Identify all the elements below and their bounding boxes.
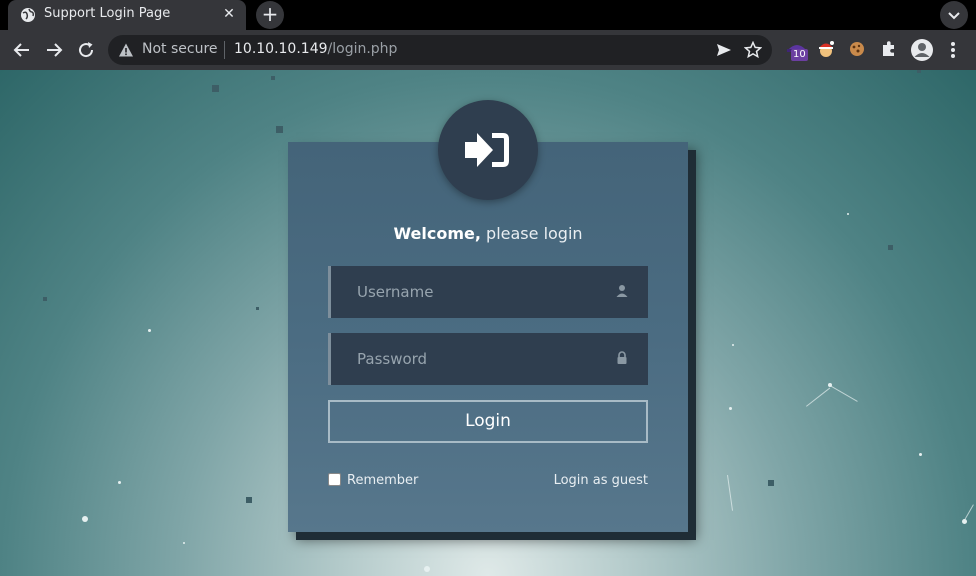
new-tab-button[interactable]: + <box>256 1 284 29</box>
remember-option[interactable]: Remember <box>328 473 418 488</box>
sparkle <box>183 542 185 544</box>
chevron-down-icon <box>948 12 960 20</box>
sparkle <box>919 453 922 456</box>
forward-arrow-icon[interactable] <box>42 38 66 62</box>
constellation-line <box>727 475 734 511</box>
sign-in-icon <box>465 133 509 167</box>
browser-window: Support Login Page ✕ + Not secure 10.10.… <box>0 0 976 576</box>
url-host: 10.10.10.149 <box>234 41 328 57</box>
bookmark-star-icon[interactable] <box>744 41 762 59</box>
constellation-line <box>964 504 974 521</box>
security-status[interactable]: Not secure <box>142 41 218 57</box>
tab-title: Support Login Page <box>44 6 171 21</box>
browser-toolbar: Not secure 10.10.10.149/login.php 10 <box>0 30 976 71</box>
page-background: Welcome, please login Login Remember Log… <box>0 70 976 576</box>
username-input[interactable] <box>331 266 639 318</box>
username-field <box>328 266 648 318</box>
globe-icon <box>21 8 35 22</box>
profile-avatar-icon[interactable] <box>910 38 934 62</box>
extension-hat[interactable]: 10 <box>784 38 812 64</box>
url-text[interactable]: 10.10.10.149/login.php <box>234 41 397 57</box>
back-arrow-icon[interactable] <box>10 38 34 62</box>
sparkle <box>148 329 151 332</box>
close-tab-icon[interactable]: ✕ <box>220 5 238 23</box>
particle <box>246 497 252 503</box>
user-icon <box>616 285 628 297</box>
address-bar[interactable]: Not secure 10.10.10.149/login.php <box>108 35 772 65</box>
constellation-line <box>806 387 831 407</box>
browser-tab[interactable]: Support Login Page ✕ <box>8 0 246 30</box>
sparkle <box>82 516 88 522</box>
warning-icon <box>119 43 133 57</box>
constellation-line <box>829 385 858 402</box>
kebab-menu-icon[interactable] <box>946 40 960 60</box>
santa-extension-icon[interactable] <box>816 39 836 59</box>
particle <box>917 70 921 73</box>
sparkle <box>424 566 430 572</box>
welcome-rest: please login <box>486 224 583 243</box>
particle <box>768 480 774 486</box>
password-field <box>328 333 648 385</box>
particle <box>212 85 219 92</box>
particle <box>271 76 275 80</box>
sparkle <box>729 407 732 410</box>
welcome-bold: Welcome, <box>393 224 481 243</box>
sparkle <box>847 213 849 215</box>
remember-checkbox[interactable] <box>328 473 341 486</box>
particle <box>256 307 259 310</box>
sparkle <box>118 481 121 484</box>
sparkle <box>732 344 734 346</box>
login-as-guest-link[interactable]: Login as guest <box>500 473 648 488</box>
reload-icon[interactable] <box>74 38 98 62</box>
particle <box>888 245 893 250</box>
welcome-heading: Welcome, please login <box>288 224 688 243</box>
tab-strip: Support Login Page ✕ + <box>0 0 976 30</box>
send-icon[interactable] <box>716 42 732 58</box>
login-button[interactable]: Login <box>328 400 648 443</box>
particle <box>276 126 283 133</box>
extension-badge: 10 <box>791 49 808 61</box>
particle <box>43 297 47 301</box>
url-path: /login.php <box>327 41 398 57</box>
password-input[interactable] <box>331 333 639 385</box>
login-avatar <box>438 100 538 200</box>
lock-icon <box>617 351 627 364</box>
omnibox-divider <box>224 41 225 59</box>
remember-label: Remember <box>347 473 419 488</box>
cookie-extension-icon[interactable] <box>848 40 866 58</box>
tab-search-button[interactable] <box>940 1 968 29</box>
puzzle-icon[interactable] <box>880 40 898 58</box>
